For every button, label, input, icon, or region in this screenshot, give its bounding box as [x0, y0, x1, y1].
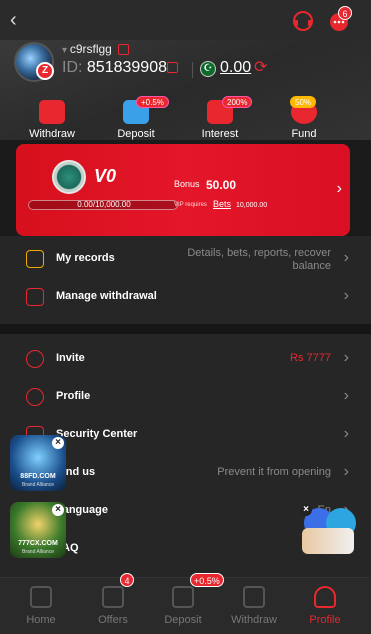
vip-card[interactable]: V0 0.00/10,000.00 Bonus 50.00 VIP requir…: [16, 144, 350, 236]
copy-username-icon[interactable]: [118, 44, 129, 55]
chevron-right-icon: ›: [343, 349, 349, 366]
tab-label: Offers: [98, 614, 128, 626]
copy-id-icon[interactable]: [167, 62, 178, 73]
quick-interest-label: Interest: [201, 128, 239, 140]
quick-deposit[interactable]: Deposit +0.5%: [96, 96, 176, 140]
deposit-tag: +0.5%: [136, 96, 169, 108]
chevron-right-icon: ›: [336, 180, 342, 197]
records-icon: [26, 250, 44, 268]
chevron-right-icon: ›: [343, 425, 349, 442]
row-value: Details, bets, reports, recover balance: [187, 247, 331, 273]
divider: [192, 62, 193, 78]
bottom-tab-bar: Home Offers 4 Deposit +0.5% Withdraw Pro…: [0, 573, 371, 634]
vip-requires-label: VIP requires: [174, 202, 207, 208]
user-id: 851839908: [86, 59, 167, 76]
tab-label: Profile: [309, 614, 341, 626]
offers-badge: 4: [120, 573, 134, 587]
ad-sub: Brand Alliance: [22, 482, 54, 488]
vip-level: V0: [94, 166, 117, 186]
row-label: Manage withdrawal: [56, 290, 157, 302]
vip-requires-value: 10,000.00: [236, 202, 268, 209]
row-manage-withdrawal[interactable]: Manage withdrawal ›: [0, 278, 371, 316]
row-value: Prevent it from opening: [217, 466, 331, 478]
vip-bets-link[interactable]: Bets: [213, 199, 231, 209]
notification-badge: 6: [338, 6, 352, 20]
ad-brand: 777CX.COM: [18, 540, 58, 547]
row-invite[interactable]: Invite Rs 7777 ›: [0, 340, 371, 378]
profile-edit-icon: [26, 388, 44, 406]
tab-label: Home: [26, 614, 56, 626]
tab-deposit[interactable]: Deposit +0.5%: [146, 573, 224, 634]
user-id-row: ID: 851839908: [62, 59, 167, 77]
user-header: Z c9rsflgg ID: 851839908 ☪ 0.00 ⟳ Withdr…: [0, 40, 371, 140]
bonus-value: 50.00: [206, 178, 237, 192]
vip-progress-text: 0.00/10,000.00: [77, 200, 131, 209]
withdraw-card-icon: [243, 586, 265, 608]
bonus-label: Bonus: [174, 179, 200, 189]
withdraw-icon: [39, 100, 65, 124]
close-icon[interactable]: ×: [52, 437, 64, 449]
ad-sub: Brand Alliance: [22, 549, 54, 555]
chevron-right-icon: ›: [343, 463, 349, 480]
row-profile[interactable]: Profile ›: [0, 378, 371, 416]
home-icon: [30, 586, 52, 608]
quick-deposit-label: Deposit: [117, 128, 155, 140]
interest-tag: 200%: [222, 96, 253, 108]
tab-home[interactable]: Home: [4, 578, 78, 634]
row-label: My records: [56, 252, 115, 264]
quick-fund[interactable]: Fund 50%: [264, 96, 344, 140]
fund-tag: 50%: [290, 96, 317, 108]
row-label: Security Center: [56, 428, 138, 440]
quick-withdraw[interactable]: Withdraw: [12, 100, 92, 140]
quick-interest[interactable]: Interest 200%: [180, 96, 260, 140]
gift-icon: [102, 586, 124, 608]
row-value-line1: Details, bets, reports, recover: [187, 247, 331, 259]
tab-profile[interactable]: Profile: [288, 578, 362, 634]
chevron-right-icon: ›: [343, 387, 349, 404]
close-icon[interactable]: ×: [300, 504, 312, 516]
profile-icon: [314, 586, 336, 608]
withdrawal-card-icon: [26, 288, 44, 306]
pakistan-flag-icon: ☪: [200, 61, 216, 77]
refresh-icon[interactable]: ⟳: [254, 60, 270, 76]
chevron-right-icon: ›: [343, 287, 349, 304]
section-separator: [0, 324, 371, 334]
chevron-right-icon: ›: [343, 249, 349, 266]
wallet-balance: 0.00: [220, 59, 252, 76]
ad-brand: 88FD.COM: [20, 473, 56, 480]
headset-icon[interactable]: [292, 10, 314, 32]
tab-label: Withdraw: [231, 614, 277, 626]
vip-medal-icon: [52, 160, 86, 194]
row-value-line2: balance: [292, 260, 331, 272]
top-bar: ‹ 6: [0, 0, 371, 40]
tab-withdraw[interactable]: Withdraw: [217, 578, 291, 634]
invite-user-icon: [26, 350, 44, 368]
chevron-left-icon[interactable]: ‹: [10, 8, 30, 32]
deposit-wallet-icon: [172, 586, 194, 608]
vip-progress-bar: 0.00/10,000.00: [28, 200, 178, 210]
row-label: Invite: [56, 352, 85, 364]
quick-withdraw-label: Withdraw: [29, 128, 75, 140]
vip-mark-icon: Z: [36, 62, 54, 80]
row-my-records[interactable]: My records Details, bets, reports, recov…: [0, 240, 371, 278]
id-label: ID:: [62, 59, 83, 76]
close-icon[interactable]: ×: [52, 504, 64, 516]
username: c9rsflgg: [62, 42, 112, 56]
tab-offers[interactable]: Offers 4: [76, 573, 150, 634]
invite-reward: Rs 7777: [290, 352, 331, 364]
support-agent-icon[interactable]: [302, 528, 354, 554]
quick-fund-label: Fund: [291, 128, 317, 140]
row-label: Profile: [56, 390, 91, 402]
tab-label: Deposit: [164, 614, 202, 626]
